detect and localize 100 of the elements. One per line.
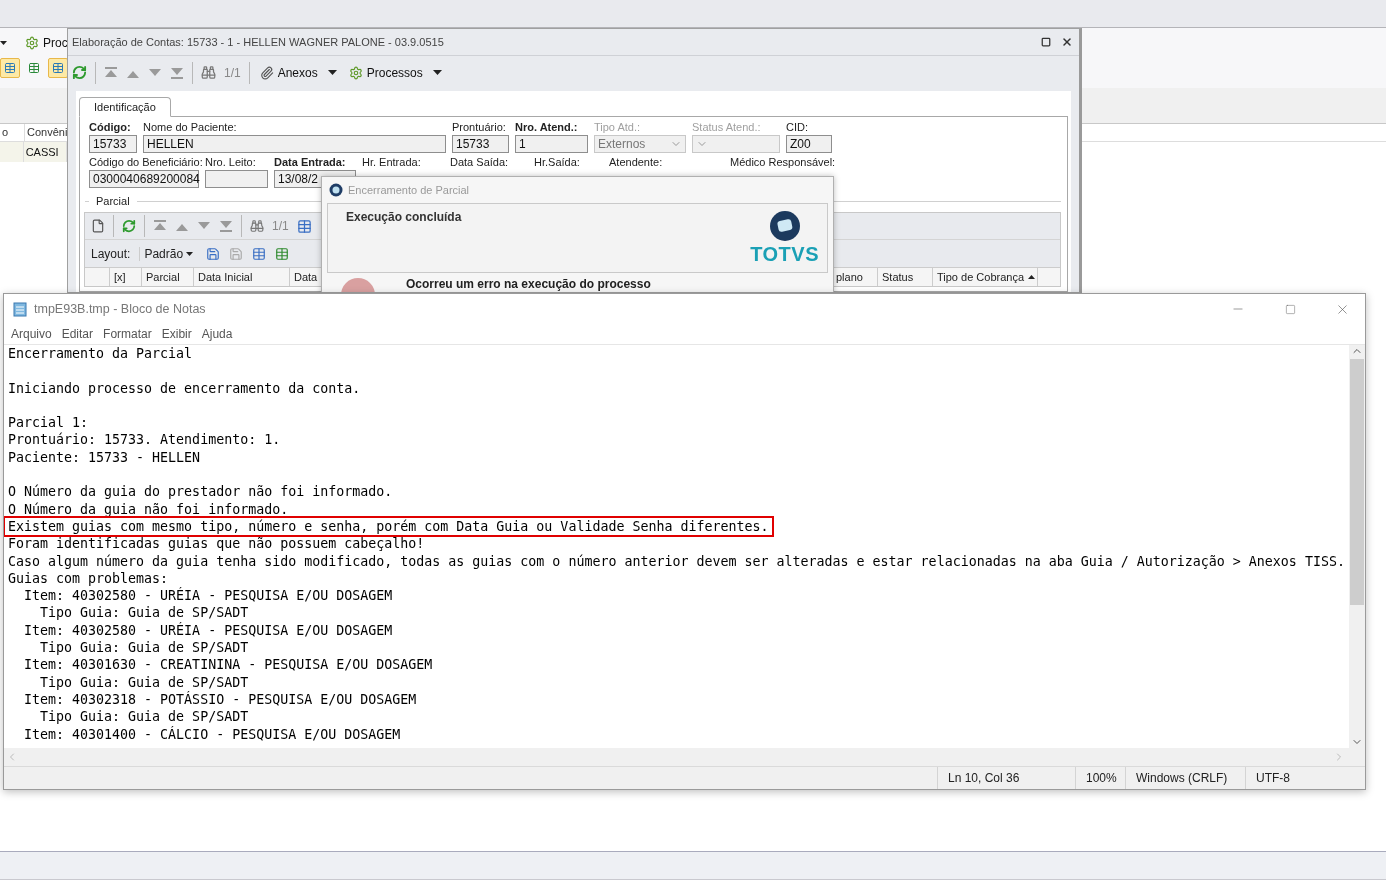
refresh-icon[interactable] (72, 65, 87, 80)
text-line: Tipo Guia: Guia de SP/SADT (39, 673, 249, 691)
layout-label: Layout: (91, 246, 131, 261)
menu-item[interactable]: Formatar (99, 324, 156, 344)
caret-icon (186, 251, 194, 256)
record-counter: 1/1 (224, 65, 241, 80)
group-title: Parcial (95, 195, 131, 207)
text-line: Foram identificadas guias que não possuem cabeçalho! (8, 535, 425, 553)
last-icon[interactable] (219, 220, 233, 232)
menu-item[interactable]: Ajuda (197, 324, 237, 344)
text-field[interactable] (205, 170, 268, 188)
record-counter: 1/1 (272, 219, 289, 233)
grid-view-button[interactable] (48, 58, 68, 78)
field-label: Atendente: (609, 156, 664, 169)
binoculars-icon[interactable] (201, 65, 216, 80)
field-label: CID: (786, 121, 809, 134)
vertical-scrollbar[interactable] (1349, 345, 1365, 748)
maximize-icon (1284, 303, 1296, 315)
field-label: Médico Responsável: (730, 156, 837, 169)
logo-icon (768, 210, 801, 242)
text-line: Item: 40301630 - CREATININA - PESQUISA E/OU DOSAGEM (23, 656, 433, 674)
text-line: O Número da guia não foi informado. (8, 500, 289, 518)
column-header[interactable]: [x] (110, 268, 142, 286)
text-line: Encerramento da Parcial (8, 345, 193, 363)
paperclip-icon (259, 65, 274, 80)
text-line: Guias com problemas: (8, 569, 169, 587)
status-text: 100% (1075, 767, 1125, 789)
horizontal-scrollbar[interactable] (4, 748, 1365, 766)
text-line: Parcial 1: (8, 414, 89, 432)
text-field[interactable]: 15733 (89, 135, 137, 153)
grid-view-button[interactable] (0, 58, 20, 78)
first-icon[interactable] (153, 220, 167, 232)
status-text: UTF-8 (1245, 767, 1365, 789)
toolbar-label[interactable]: Proc (43, 36, 68, 50)
column-header[interactable]: Tipo de Cobrança (933, 268, 1038, 286)
grid-icon[interactable] (296, 218, 312, 234)
field-label: Hr.Saída: (534, 156, 581, 169)
caret-icon (1028, 275, 1036, 279)
field-label: Status Atend.: (692, 121, 762, 134)
menu-button[interactable]: Processos (346, 63, 444, 82)
gear-icon (25, 36, 39, 50)
logo-text: TOTVS (750, 244, 819, 264)
text-line: Item: 40301400 - CÁLCIO - PESQUISA E/OU DOSAGEM (23, 725, 401, 743)
status-text: Windows (CRLF) (1125, 767, 1245, 789)
text-line: Paciente: 15733 - HELLEN (8, 448, 201, 467)
save-icon[interactable] (206, 246, 221, 261)
text-field[interactable]: 0300040689200084 (89, 170, 199, 188)
text-line: Iniciando processo de encerramento da conta. (8, 379, 361, 397)
maximize-icon[interactable] (1041, 37, 1051, 47)
caret-icon (327, 70, 337, 75)
text-field[interactable]: 1 (515, 135, 588, 153)
highlighted-text-line: Existem guias com mesmo tipo, número e senha, porém com Data Guia ou Validade Senha diferentes. (5, 517, 772, 536)
tab[interactable]: Identificação (79, 97, 171, 117)
text-line: Prontuário: 15733. Atendimento: 1. (8, 431, 281, 449)
text-line: Item: 40302580 - URÉIA - PESQUISA E/OU DOSAGEM (23, 587, 393, 605)
window-title: Elaboração de Contas: 15733 - 1 - HELLEN WAGNER PALONE - 03.9.0515 (72, 36, 445, 48)
text-field[interactable]: 15733 (452, 135, 509, 153)
caret-icon (432, 70, 442, 75)
dropdown-field[interactable] (692, 135, 780, 153)
status-text: Ln 10, Col 36 (937, 767, 1075, 789)
grid-icon (4, 62, 16, 74)
text-line: Tipo Guia: Guia de SP/SADT (39, 604, 249, 622)
menu-item[interactable]: Arquivo (7, 324, 56, 344)
text-field[interactable]: Z00 (786, 135, 832, 153)
last-icon[interactable] (170, 66, 184, 79)
new-icon[interactable] (91, 219, 105, 233)
text-line: Tipo Guia: Guia de SP/SADT (39, 708, 249, 726)
column-header[interactable]: o (0, 124, 25, 141)
dialog-heading: Execução concluída (346, 210, 462, 226)
text-line: Item: 40302318 - POTÁSSIO - PESQUISA E/OU DOSAGEM (23, 690, 417, 709)
text-field[interactable]: HELLEN (143, 135, 446, 153)
first-icon[interactable] (104, 66, 118, 79)
grid-icon[interactable] (275, 246, 290, 261)
menu-item[interactable]: Editar (57, 324, 98, 344)
text-line: Caso algum número da guia tenha sido modificado, todas as guias com o número anterior devem ser alteradas e estar relacionadas na aba Guia / Autorização > Anexos TISS. (8, 552, 1345, 570)
field-label: Data Entrada: (274, 156, 347, 169)
layout-dropdown[interactable]: Padrão (139, 246, 198, 261)
app-icon (329, 183, 343, 197)
caret-icon (0, 41, 7, 45)
field-label: Nro. Atend.: (515, 121, 579, 134)
field-label: Prontuário: (452, 121, 507, 134)
grid-icon (28, 62, 40, 74)
column-header[interactable]: Data Inicial (194, 268, 290, 286)
text-line: O Número da guia do prestador não foi informado. (8, 483, 393, 501)
column-header[interactable]: Status (878, 268, 933, 286)
notepad-icon (12, 301, 28, 317)
binoculars-icon[interactable] (250, 219, 264, 233)
refresh-icon[interactable] (122, 219, 136, 233)
text-line: Tipo Guia: Guia de SP/SADT (39, 639, 249, 657)
grid-icon[interactable] (252, 246, 267, 261)
menu-item[interactable]: Exibir (157, 324, 196, 344)
save-icon[interactable] (229, 246, 244, 261)
close-icon[interactable] (1061, 36, 1073, 48)
grid-icon (52, 62, 64, 74)
field-label: Nome do Paciente: (143, 121, 238, 134)
field-label: Hr. Entrada: (362, 156, 422, 169)
menu-button[interactable]: Anexos (257, 63, 339, 82)
column-header[interactable]: Parcial (142, 268, 194, 286)
field-label: Código: (89, 121, 132, 134)
gear-icon (348, 65, 363, 80)
